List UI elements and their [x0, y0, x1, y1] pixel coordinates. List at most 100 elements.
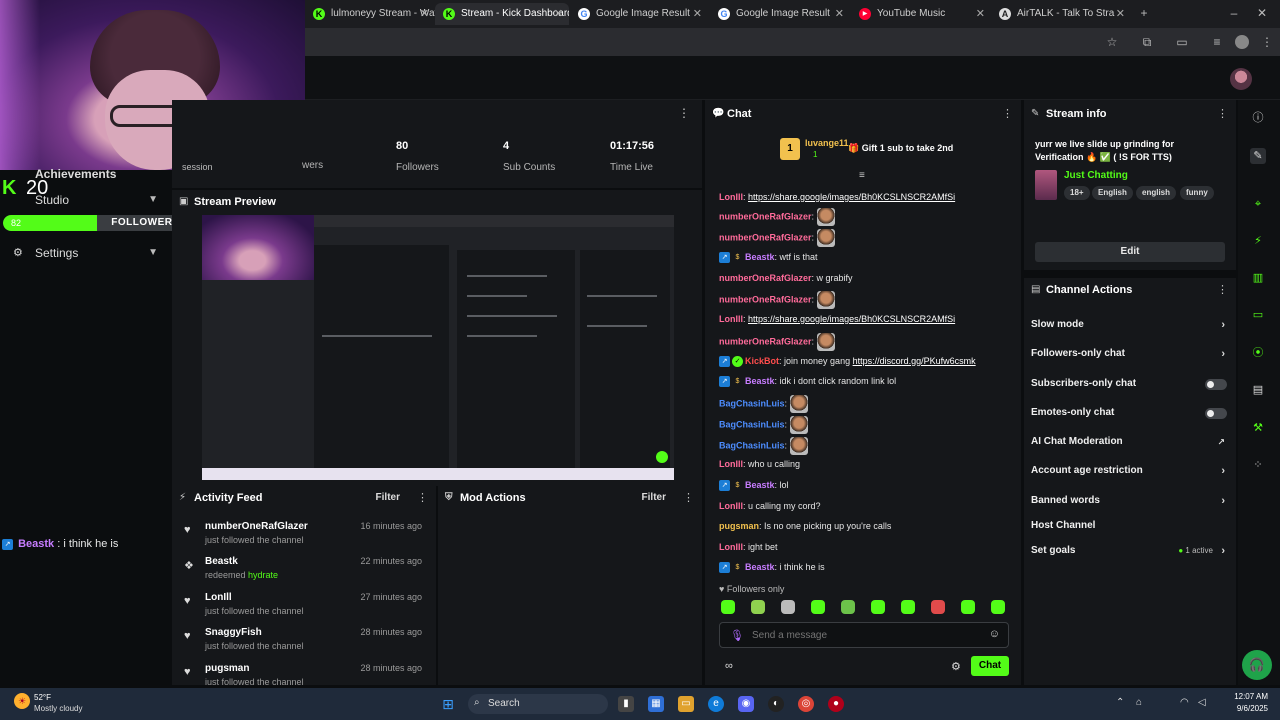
- browser-tab-4[interactable]: ▶ YouTube Music ✕: [851, 3, 991, 25]
- chat-input[interactable]: [752, 627, 972, 643]
- user-avatar[interactable]: [1230, 68, 1252, 90]
- minimize-icon[interactable]: –: [1227, 6, 1241, 20]
- broadcast-icon[interactable]: ⦿: [1250, 345, 1266, 361]
- chat-link[interactable]: https://discord.gg/PKufw6csmk: [853, 356, 976, 366]
- emoji-icon[interactable]: ☺: [989, 628, 1000, 640]
- quick-emote-icon[interactable]: [991, 600, 1005, 614]
- chat-link[interactable]: https://share.google/images/Bh0KCSLNSCR2…: [748, 192, 955, 202]
- activity-filter-button[interactable]: Filter: [376, 486, 400, 510]
- close-window-icon[interactable]: ✕: [1255, 6, 1269, 20]
- chat-bubble-icon[interactable]: ▭: [1250, 307, 1266, 323]
- browser-tab-0[interactable]: K lulmoneyy Stream - Watch ✕: [305, 3, 435, 25]
- support-headset-icon[interactable]: 🎧: [1242, 650, 1272, 680]
- close-tab-icon[interactable]: ✕: [835, 3, 844, 25]
- mod-more-icon[interactable]: ⋮: [683, 486, 694, 510]
- taskbar-search[interactable]: ⌕ Search: [468, 694, 608, 714]
- browser-tab-5[interactable]: A AirTALK - Talk To Stra ✕: [991, 3, 1131, 25]
- edit-stream-button[interactable]: Edit: [1035, 242, 1225, 262]
- weather-desc[interactable]: Mostly cloudy: [34, 704, 82, 713]
- pause-chat-icon[interactable]: ≡: [859, 170, 865, 181]
- feed-user[interactable]: numberOneRafGlazer: [205, 521, 308, 532]
- network-icon[interactable]: ⌂: [1136, 697, 1142, 708]
- quick-emote-icon[interactable]: [931, 600, 945, 614]
- chat-username[interactable]: LonIll: [719, 459, 743, 469]
- chat-username[interactable]: BagChasinLuis: [719, 440, 785, 450]
- action-slow-mode[interactable]: Slow mode ›: [1031, 317, 1231, 333]
- close-tab-icon[interactable]: ✕: [1116, 3, 1125, 25]
- stream-preview-video[interactable]: [202, 215, 674, 480]
- chat-username[interactable]: numberOneRafGlazer: [719, 294, 812, 304]
- quick-emote-icon[interactable]: [721, 600, 735, 614]
- app-icon[interactable]: ●: [828, 696, 844, 712]
- action-followers-only[interactable]: Followers-only chat ›: [1031, 346, 1231, 362]
- close-tab-icon[interactable]: ✕: [554, 3, 563, 25]
- bookmark-star-icon[interactable]: ☆: [1105, 35, 1119, 49]
- chat-username[interactable]: numberOneRafGlazer: [719, 232, 812, 242]
- volume-icon[interactable]: ◁: [1198, 697, 1206, 708]
- clock-time[interactable]: 12:07 AM: [1232, 692, 1268, 701]
- activity-more-icon[interactable]: ⋮: [417, 486, 428, 510]
- chat-link[interactable]: https://share.google/images/Bh0KCSLNSCR2…: [748, 314, 955, 324]
- feed-user[interactable]: Beastk: [205, 556, 238, 567]
- browser-tab-3[interactable]: G Google Image Result ✕: [710, 3, 850, 25]
- chat-settings-gear-icon[interactable]: ⚙: [951, 660, 961, 673]
- quick-emote-icon[interactable]: [961, 600, 975, 614]
- chat-username[interactable]: numberOneRafGlazer: [719, 336, 812, 346]
- wifi-icon[interactable]: ◠: [1180, 697, 1189, 708]
- feed-user[interactable]: LonIll: [205, 592, 232, 603]
- chat-username[interactable]: BagChasinLuis: [719, 419, 785, 429]
- crosshair-icon[interactable]: ⌖: [1250, 196, 1266, 212]
- action-banned-words[interactable]: Banned words ›: [1031, 493, 1231, 509]
- discord-icon[interactable]: ◉: [738, 696, 754, 712]
- chat-username[interactable]: numberOneRafGlazer: [719, 273, 812, 283]
- chat-username[interactable]: KickBot: [745, 356, 779, 366]
- action-host-channel[interactable]: Host Channel: [1031, 518, 1231, 534]
- profile-avatar-icon[interactable]: [1235, 35, 1249, 49]
- dots-grid-icon[interactable]: ⁘: [1250, 457, 1266, 473]
- chat-username[interactable]: numberOneRafGlazer: [719, 211, 812, 221]
- chat-more-icon[interactable]: ⋮: [1002, 102, 1013, 126]
- close-tab-icon[interactable]: ✕: [976, 3, 985, 25]
- action-subscribers-only[interactable]: Subscribers-only chat: [1031, 376, 1231, 392]
- pencil-icon[interactable]: ✎: [1250, 148, 1266, 164]
- quick-emote-icon[interactable]: [811, 600, 825, 614]
- chat-username[interactable]: Beastk: [745, 252, 775, 262]
- close-tab-icon[interactable]: ✕: [420, 3, 429, 25]
- chat-username[interactable]: LonIll: [719, 542, 743, 552]
- chat-username[interactable]: pugsman: [719, 521, 759, 531]
- chat-username[interactable]: LonIll: [719, 501, 743, 511]
- edge-icon[interactable]: e: [708, 696, 724, 712]
- close-tab-icon[interactable]: ✕: [693, 3, 702, 25]
- stats-more-icon[interactable]: ⋮: [678, 106, 690, 120]
- chat-username[interactable]: BagChasinLuis: [719, 398, 785, 408]
- nav-settings[interactable]: ⚙ Settings ▼: [0, 243, 172, 263]
- chat-username[interactable]: Beastk: [745, 376, 775, 386]
- chat-input-box[interactable]: 🎙 ☺: [719, 622, 1009, 648]
- feed-user[interactable]: pugsman: [205, 663, 249, 674]
- kebab-menu-icon[interactable]: ⋮: [1260, 35, 1274, 49]
- chat-username[interactable]: Beastk: [745, 562, 775, 572]
- info-icon[interactable]: ⓘ: [1250, 110, 1266, 126]
- send-chat-button[interactable]: Chat: [971, 656, 1009, 676]
- menu-lines-icon[interactable]: ≡: [1210, 35, 1224, 49]
- action-ai-moderation[interactable]: AI Chat Moderation ↗: [1031, 434, 1231, 450]
- store-icon[interactable]: ▦: [648, 696, 664, 712]
- new-tab-icon[interactable]: +: [1137, 6, 1151, 20]
- pinned-user[interactable]: luvange11: [805, 138, 849, 148]
- mod-filter-button[interactable]: Filter: [642, 486, 666, 510]
- windows-start-icon[interactable]: ⊞: [440, 696, 456, 712]
- quick-emote-icon[interactable]: [901, 600, 915, 614]
- chat-username[interactable]: Beastk: [745, 480, 775, 490]
- feed-user[interactable]: SnaggyFish: [205, 627, 262, 638]
- folder-icon[interactable]: ▭: [678, 696, 694, 712]
- tray-chevron-up-icon[interactable]: ⌃: [1116, 697, 1124, 708]
- file-explorer-icon[interactable]: ▮: [618, 696, 634, 712]
- microphone-icon[interactable]: 🎙: [730, 629, 744, 642]
- gift-sub-button[interactable]: 🎁 Gift 1 sub to take 2nd: [848, 143, 953, 154]
- bolt-icon[interactable]: ⚡: [1250, 233, 1266, 249]
- emotes-only-toggle[interactable]: [1205, 408, 1227, 419]
- weather-temp[interactable]: 52°F: [34, 693, 51, 702]
- quick-emote-icon[interactable]: [871, 600, 885, 614]
- stream-category[interactable]: Just Chatting: [1064, 170, 1128, 181]
- channel-actions-more-icon[interactable]: ⋮: [1217, 278, 1228, 302]
